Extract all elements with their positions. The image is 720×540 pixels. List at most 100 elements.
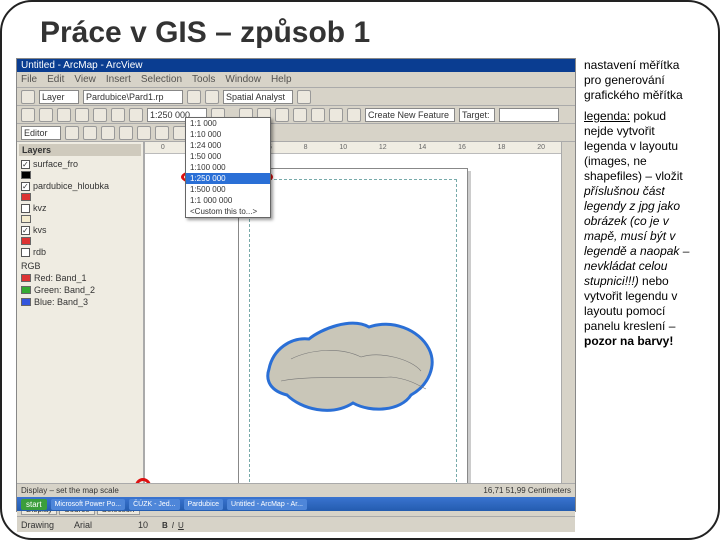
swatch-icon	[21, 274, 31, 282]
drawing-label[interactable]: Drawing	[21, 520, 54, 530]
menu-help[interactable]: Help	[271, 74, 292, 85]
menu-window[interactable]: Window	[225, 74, 261, 85]
start-button[interactable]: start	[21, 499, 47, 510]
path-field[interactable]: Pardubice\Pard1.rp	[83, 90, 183, 104]
menu-insert[interactable]: Insert	[106, 74, 131, 85]
tool-button[interactable]	[21, 90, 35, 104]
layer-label: Layer	[39, 90, 79, 104]
layer-name[interactable]: kvs	[33, 225, 47, 235]
edit-tool-icon[interactable]	[155, 126, 169, 140]
layer-name[interactable]: surface_fro	[33, 159, 78, 169]
scale-option[interactable]: 1:100 000	[186, 162, 270, 173]
cut-icon[interactable]	[93, 108, 107, 122]
new-icon[interactable]	[21, 108, 35, 122]
menu-file[interactable]: File	[21, 74, 37, 85]
target-label: Target:	[459, 108, 495, 122]
swatch-icon	[21, 215, 31, 223]
edit-tool-icon[interactable]	[83, 126, 97, 140]
menu-tools[interactable]: Tools	[192, 74, 215, 85]
checkbox-icon[interactable]	[21, 204, 30, 213]
slide-notes: nastavení měřítka pro generování grafick…	[584, 58, 704, 518]
note-legend: legenda: pokud nejde vytvořit legenda v …	[584, 109, 698, 349]
target-field[interactable]	[499, 108, 559, 122]
scale-option[interactable]: 1:1 000	[186, 118, 270, 129]
newfeature-field[interactable]: Create New Feature	[365, 108, 455, 122]
menu-edit[interactable]: Edit	[47, 74, 64, 85]
menu-view[interactable]: View	[74, 74, 96, 85]
status-bar: Display – set the map scale 16,71 51,99 …	[17, 483, 575, 497]
window-titlebar: Untitled - ArcMap - ArcView	[17, 59, 575, 72]
scale-option[interactable]: 1:10 000	[186, 129, 270, 140]
underline-icon[interactable]: U	[178, 520, 184, 530]
status-coords: 16,71 51,99 Centimeters	[483, 486, 571, 495]
band-label: Blue: Band_3	[34, 297, 88, 307]
windows-taskbar: start Microsoft Power Po... ČÚZK - Jed..…	[17, 497, 575, 511]
swatch-icon	[21, 298, 31, 306]
vertical-scrollbar[interactable]	[561, 142, 575, 502]
map-graphic	[261, 309, 441, 419]
paste-icon[interactable]	[129, 108, 143, 122]
tool-button[interactable]	[187, 90, 201, 104]
scale-option[interactable]: 1:24 000	[186, 140, 270, 151]
find-icon[interactable]	[329, 108, 343, 122]
tool-button[interactable]	[297, 90, 311, 104]
save-icon[interactable]	[57, 108, 71, 122]
scale-option[interactable]: 1:50 000	[186, 151, 270, 162]
checkbox-icon[interactable]	[21, 182, 30, 191]
analyst-field[interactable]: Spatial Analyst	[223, 90, 293, 104]
slide: Práce v GIS – způsob 1 Untitled - ArcMap…	[0, 0, 720, 540]
layer-name[interactable]: pardubice_hloubka	[33, 181, 109, 191]
toolbar-editor: Editor	[17, 124, 575, 142]
editor-dropdown[interactable]: Editor	[21, 126, 61, 140]
edit-tool-icon[interactable]	[101, 126, 115, 140]
layer-row: pardubice_hloubka	[19, 180, 141, 192]
layer-row: kvz	[19, 202, 141, 214]
scale-option[interactable]: 1:1 000 000	[186, 195, 270, 206]
font-field[interactable]: Arial	[74, 520, 134, 530]
fontsize-field[interactable]: 10	[138, 520, 158, 530]
menu-selection[interactable]: Selection	[141, 74, 182, 85]
status-left: Display – set the map scale	[21, 486, 119, 495]
task-item[interactable]: Microsoft Power Po...	[51, 499, 126, 510]
checkbox-icon[interactable]	[21, 248, 30, 257]
checkbox-icon[interactable]	[21, 160, 30, 169]
layer-row: surface_fro	[19, 158, 141, 170]
layer-name[interactable]: rdb	[33, 247, 46, 257]
checkbox-icon[interactable]	[21, 226, 30, 235]
layer-row: rdb	[19, 246, 141, 258]
note-legend-bold: pozor na barvy!	[584, 334, 673, 348]
identify-icon[interactable]	[311, 108, 325, 122]
table-of-contents: Layers surface_fro pardubice_hloubka kvz…	[17, 142, 145, 502]
copy-icon[interactable]	[111, 108, 125, 122]
tool-button[interactable]	[205, 90, 219, 104]
layer-row: kvs	[19, 224, 141, 236]
open-icon[interactable]	[39, 108, 53, 122]
scale-dropdown-list[interactable]: 1:1 000 1:10 000 1:24 000 1:50 000 1:100…	[185, 117, 271, 218]
full-extent-icon[interactable]	[293, 108, 307, 122]
pan-icon[interactable]	[275, 108, 289, 122]
toolbar-standard: 1:250 000 Create New Feature Target:	[17, 106, 575, 124]
bold-icon[interactable]: B	[162, 520, 168, 530]
edit-tool-icon[interactable]	[137, 126, 151, 140]
edit-tool-icon[interactable]	[119, 126, 133, 140]
toolbar-georef: Layer Pardubice\Pard1.rp Spatial Analyst	[17, 88, 575, 106]
layout-page[interactable]	[238, 168, 468, 498]
swatch-icon	[21, 171, 31, 179]
measure-icon[interactable]	[347, 108, 361, 122]
edit-tool-icon[interactable]	[65, 126, 79, 140]
scale-option-selected[interactable]: 1:250 000	[186, 173, 270, 184]
scale-option[interactable]: <Custom this to...>	[186, 206, 270, 217]
swatch-icon	[21, 237, 31, 245]
italic-icon[interactable]: I	[172, 520, 174, 530]
task-item[interactable]: Pardubice	[184, 499, 224, 510]
layer-name[interactable]: kvz	[33, 203, 47, 213]
task-item[interactable]: Untitled - ArcMap - Ar...	[227, 499, 307, 510]
scale-option[interactable]: 1:500 000	[186, 184, 270, 195]
band-label: Green: Band_2	[34, 285, 95, 295]
task-item[interactable]: ČÚZK - Jed...	[129, 499, 179, 510]
toc-header: Layers	[19, 144, 141, 156]
print-icon[interactable]	[75, 108, 89, 122]
menu-bar: File Edit View Insert Selection Tools Wi…	[17, 72, 575, 88]
rgb-group: RGB	[19, 260, 141, 272]
arcmap-screenshot: Untitled - ArcMap - ArcView File Edit Vi…	[16, 58, 576, 512]
